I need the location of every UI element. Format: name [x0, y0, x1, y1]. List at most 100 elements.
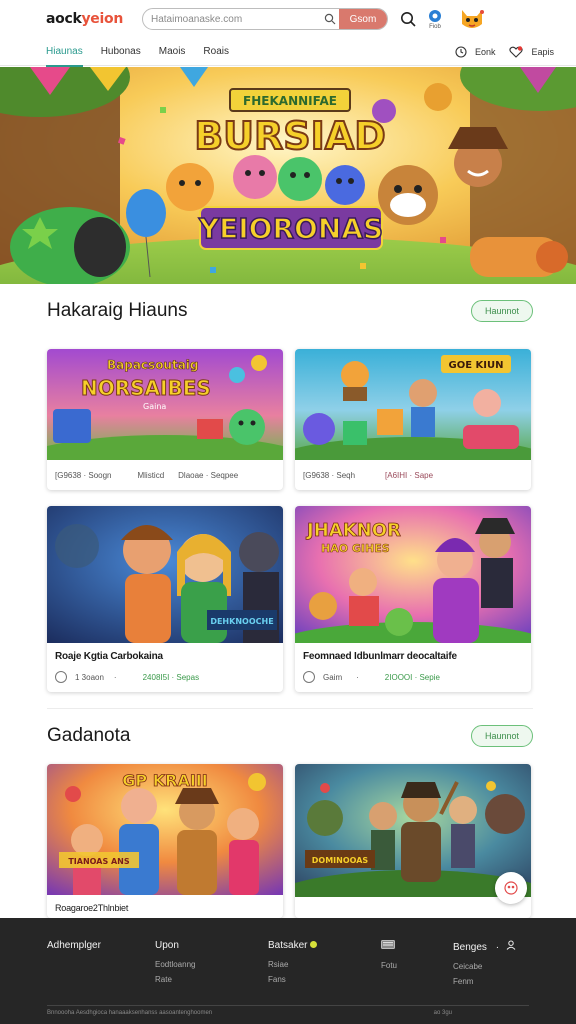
- top-bar: aockyeion Gsom Fiob: [0, 0, 576, 38]
- nav-item-eonk[interactable]: Eonk: [455, 45, 496, 58]
- user-icon: [55, 671, 67, 683]
- heart-icon: [509, 45, 524, 58]
- game-card[interactable]: Bapacsoutaig NORSAIBES Gaina [G9638 · So…: [47, 349, 283, 490]
- card-overlay-text: GP KRAIII: [122, 771, 207, 790]
- game-thumbnail: Bapacsoutaig NORSAIBES Gaina: [47, 349, 283, 460]
- card-meta-item: [G9638 · Seqh: [303, 470, 356, 480]
- footer-link[interactable]: Fenm: [453, 977, 516, 986]
- footer-link[interactable]: Eodtloanng: [155, 960, 195, 969]
- footer-heading: Adhemplger: [47, 940, 101, 951]
- globe-label: Fiob: [429, 23, 441, 30]
- footer-divider: [47, 1005, 529, 1006]
- footer-col: Benges · Ceicabe Fenm: [453, 940, 516, 986]
- card-meta-item: Gaim: [323, 672, 343, 682]
- hero-line3: YEIORONAS: [198, 212, 383, 245]
- card-title: Feomnaed Idbunlmarr deocaltaife: [303, 651, 457, 662]
- hero-line2: BURSIAD: [194, 114, 386, 158]
- card-meta-item: 2IOOOI · Sepie: [384, 672, 440, 682]
- card-meta-item: 1 3oaon: [75, 672, 104, 682]
- card-overlay-text: Gaina: [143, 402, 166, 411]
- card-meta: Gaim · 2IOOOI · Sepie: [295, 664, 531, 690]
- card-meta-item: [G9638 · Soogn: [55, 470, 112, 480]
- footer-link[interactable]: Fans: [268, 975, 317, 984]
- game-card[interactable]: GOE KIUN [G9638 · Seqh [A6IHI · Sape: [295, 349, 531, 490]
- keyboard-icon: [381, 940, 397, 952]
- search-bar: Gsom: [142, 8, 388, 30]
- game-thumbnail: GP KRAIII TIANOAS ANS: [47, 764, 283, 895]
- card-overlay-text: HAO GIHES: [321, 542, 390, 555]
- footer-link[interactable]: Rsiae: [268, 960, 317, 969]
- see-all-button[interactable]: Haunnot: [471, 300, 533, 322]
- tab-maois[interactable]: Maois: [159, 38, 186, 66]
- card-meta: [G9638 · Seqh [A6IHI · Sape: [295, 460, 531, 490]
- see-all-button[interactable]: Haunnot: [471, 725, 533, 747]
- chat-icon: [504, 881, 518, 895]
- card-meta: [G9638 · Soogn Mlisticd Dlaoae · Seqpee: [47, 460, 283, 490]
- search-button[interactable]: Gsom: [339, 9, 387, 29]
- footer-heading: Batsaker: [268, 940, 318, 951]
- card-meta-item: ·: [113, 672, 117, 682]
- card-meta-item: Mlisticd: [137, 470, 165, 480]
- footer-copyright: Bnnoooha Aesdhgioca hanaaaksenhanss aaso…: [47, 1010, 213, 1016]
- footer-heading: Benges ·: [453, 940, 516, 953]
- site-logo[interactable]: aockyeion: [46, 11, 134, 27]
- search-icon[interactable]: [400, 11, 416, 27]
- nav-item-label: Eapis: [531, 46, 554, 57]
- card-meta-item: [A6IHI · Sape: [385, 470, 434, 480]
- card-meta: 1 3oaon · 2408I5I · Sepas: [47, 664, 283, 690]
- footer-col: Batsaker Rsiae Fans: [268, 940, 318, 984]
- card-overlay-text: DOMINOOAS: [312, 856, 369, 865]
- clock-icon: [455, 45, 467, 58]
- avatar[interactable]: [458, 6, 486, 32]
- card-overlay-text: JHAKNOR: [305, 520, 401, 541]
- section-header-2: Gadanota Haunnot: [47, 723, 533, 749]
- footer-col: Upon Eodtloanng Rate: [155, 940, 195, 984]
- game-card[interactable]: GP KRAIII TIANOAS ANS Roagaroe2Thlnbiet: [47, 764, 283, 918]
- search-icon: [321, 10, 339, 28]
- game-card[interactable]: DOMINOOAS: [295, 764, 531, 918]
- card-meta-item: 2408I5I · Sepas: [142, 672, 200, 682]
- card-title: Roagaroe2Thlnbiet: [55, 903, 129, 913]
- card-overlay-text: GOE KIUN: [449, 360, 504, 371]
- footer-col: Adhemplger: [47, 940, 101, 951]
- status-dot-icon: [310, 941, 318, 948]
- globe-icon[interactable]: Fiob: [428, 9, 442, 30]
- section-title: Gadanota: [47, 725, 131, 746]
- tab-roais[interactable]: Roais: [203, 38, 229, 66]
- hero-line1: FHEKANNIFAE: [243, 94, 337, 108]
- user-icon: [303, 671, 315, 683]
- nav-item-label: Eonk: [474, 46, 496, 57]
- tab-hubonas[interactable]: Hubonas: [101, 38, 141, 66]
- search-input[interactable]: [143, 13, 321, 25]
- game-thumbnail: JHAKNOR HAO GIHES: [295, 506, 531, 643]
- card-overlay-text: DEHKNOOCHE: [210, 617, 273, 626]
- footer-heading: Upon: [155, 940, 179, 951]
- game-card[interactable]: JHAKNOR HAO GIHES Feomnaed Idbunlmarr de…: [295, 506, 531, 692]
- footer-link[interactable]: Rate: [155, 975, 195, 984]
- divider: [47, 708, 533, 709]
- chat-bubble[interactable]: [495, 872, 527, 904]
- footer-legal: ao 3gu: [433, 1010, 452, 1016]
- game-card[interactable]: DEHKNOOCHE Roaje Kgtia Carbokaina 1 3oao…: [47, 506, 283, 692]
- card-overlay-text: Bapacsoutaig: [107, 358, 199, 372]
- user-icon: [506, 940, 516, 950]
- tab-home[interactable]: Hiaunas: [46, 38, 83, 67]
- card-overlay-text: TIANOAS ANS: [68, 857, 130, 866]
- section-header-1: Hakaraig Hiauns Haunnot: [47, 298, 533, 324]
- game-thumbnail: DEHKNOOCHE: [47, 506, 283, 643]
- game-thumbnail: DOMINOOAS: [295, 764, 531, 897]
- game-thumbnail: GOE KIUN: [295, 349, 531, 460]
- footer: Adhemplger Upon Eodtloanng Rate Batsaker…: [0, 918, 576, 1024]
- nav-bar: Hiaunas Hubonas Maois Roais Eonk Eapis: [0, 38, 576, 67]
- card-overlay-text: NORSAIBES: [81, 376, 211, 400]
- footer-col: Fotu: [381, 940, 397, 970]
- footer-link[interactable]: Fotu: [381, 961, 397, 970]
- section-title: Hakaraig Hiauns: [47, 300, 188, 321]
- nav-right: Eonk Eapis: [441, 45, 576, 58]
- footer-link[interactable]: Ceicabe: [453, 962, 516, 971]
- hero-banner[interactable]: FHEKANNIFAE BURSIAD YEIORONAS: [0, 67, 576, 284]
- card-meta-item: ·: [356, 672, 359, 682]
- card-meta-item: Dlaoae · Seqpee: [178, 470, 239, 480]
- card-title: Roaje Kgtia Carbokaina: [55, 651, 163, 662]
- nav-item-eapis[interactable]: Eapis: [509, 45, 554, 58]
